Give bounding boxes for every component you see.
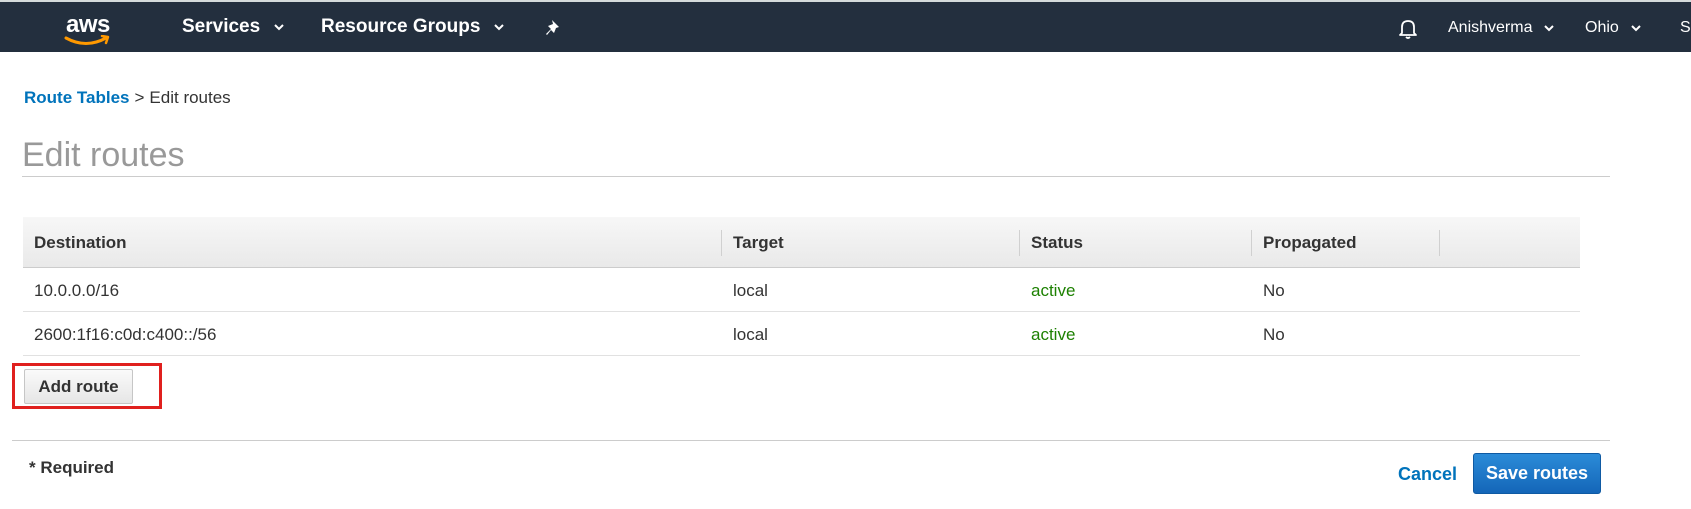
route-propagated: No (1263, 281, 1285, 300)
pin-icon[interactable] (543, 17, 565, 39)
aws-smile-icon (64, 35, 110, 45)
route-destination[interactable]: 2600:1f16:c0d:c400::/56 (34, 325, 216, 345)
route-propagated: No (1263, 325, 1285, 344)
column-divider (721, 230, 722, 256)
support-label: S (1680, 19, 1691, 36)
route-target[interactable]: local (733, 325, 768, 345)
table-row: 2600:1f16:c0d:c400::/56 local active No (23, 312, 1580, 356)
chevron-down-icon (274, 24, 284, 31)
region-label: Ohio (1585, 19, 1619, 36)
bell-icon[interactable] (1396, 16, 1420, 40)
page-title: Edit routes (22, 136, 185, 174)
chevron-down-icon (1631, 25, 1641, 32)
column-header-destination[interactable]: Destination (34, 233, 127, 253)
aws-logo-icon[interactable]: aws (62, 8, 118, 48)
column-header-target[interactable]: Target (733, 233, 784, 253)
chevron-down-icon (1544, 25, 1555, 32)
column-divider (1439, 230, 1440, 256)
top-navigation-bar: aws Services Resource Groups Anishverma … (0, 0, 1691, 52)
save-routes-button[interactable]: Save routes (1473, 453, 1601, 494)
cancel-button[interactable]: Cancel (1398, 464, 1457, 485)
column-header-propagated[interactable]: Propagated (1263, 233, 1357, 253)
breadcrumb-current: Edit routes (149, 88, 231, 107)
user-menu[interactable]: Anishverma (1448, 19, 1556, 37)
user-label: Anishverma (1448, 19, 1533, 36)
add-route-button[interactable]: Add route (24, 369, 133, 404)
required-note: * Required (29, 458, 115, 477)
region-menu[interactable]: Ohio (1585, 19, 1643, 37)
route-status: active (1031, 281, 1076, 300)
breadcrumb-separator: > (134, 88, 145, 107)
column-divider (1251, 230, 1252, 256)
route-destination[interactable]: 10.0.0.0/16 (34, 281, 119, 301)
routes-table: Destination Target Status Propagated 10.… (23, 217, 1580, 356)
resource-groups-menu[interactable]: Resource Groups (321, 16, 506, 38)
breadcrumb-route-tables-link[interactable]: Route Tables (24, 88, 129, 107)
resource-groups-label: Resource Groups (321, 16, 481, 37)
title-divider (22, 176, 1610, 177)
support-menu[interactable]: S (1680, 19, 1691, 37)
route-target[interactable]: local (733, 281, 768, 301)
footer-divider (12, 440, 1610, 441)
table-header: Destination Target Status Propagated (23, 217, 1580, 268)
services-label: Services (182, 16, 261, 37)
chevron-down-icon (494, 24, 505, 31)
column-header-status[interactable]: Status (1031, 233, 1083, 253)
column-divider (1019, 230, 1020, 256)
breadcrumb: Route Tables > Edit routes (24, 88, 231, 108)
services-menu[interactable]: Services (182, 16, 286, 38)
table-row: 10.0.0.0/16 local active No (23, 268, 1580, 312)
route-status: active (1031, 325, 1076, 344)
